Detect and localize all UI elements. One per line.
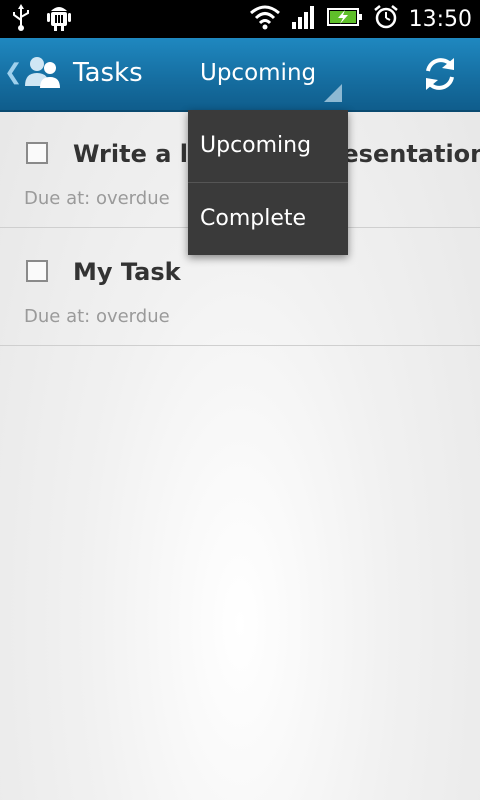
task-title: My Task xyxy=(73,258,181,286)
usb-icon xyxy=(10,4,32,36)
filter-spinner[interactable]: Upcoming xyxy=(188,38,348,110)
filter-dropdown-menu: Upcoming Complete xyxy=(188,110,348,255)
spinner-arrow-icon xyxy=(324,84,342,102)
action-bar: ❮ Tasks Upcoming xyxy=(0,38,480,112)
dropdown-option-complete[interactable]: Complete xyxy=(188,182,348,254)
android-debug-icon xyxy=(46,4,72,36)
contacts-app-icon[interactable] xyxy=(22,52,64,94)
task-checkbox[interactable] xyxy=(26,142,48,164)
dropdown-option-upcoming[interactable]: Upcoming xyxy=(188,110,348,182)
status-bar: 13:50 xyxy=(0,0,480,38)
task-checkbox[interactable] xyxy=(26,260,48,282)
task-due-date: Due at: overdue xyxy=(24,306,170,327)
clock-time: 13:50 xyxy=(408,6,472,32)
spinner-selected-label: Upcoming xyxy=(200,60,317,86)
app-title: Tasks xyxy=(73,58,143,88)
battery-charging-icon xyxy=(326,6,363,32)
alarm-icon xyxy=(373,4,399,34)
back-chevron-icon[interactable]: ❮ xyxy=(4,60,22,85)
wifi-icon xyxy=(249,4,281,34)
refresh-icon[interactable] xyxy=(420,54,460,94)
signal-icon xyxy=(291,4,317,34)
task-due-date: Due at: overdue xyxy=(24,188,170,209)
